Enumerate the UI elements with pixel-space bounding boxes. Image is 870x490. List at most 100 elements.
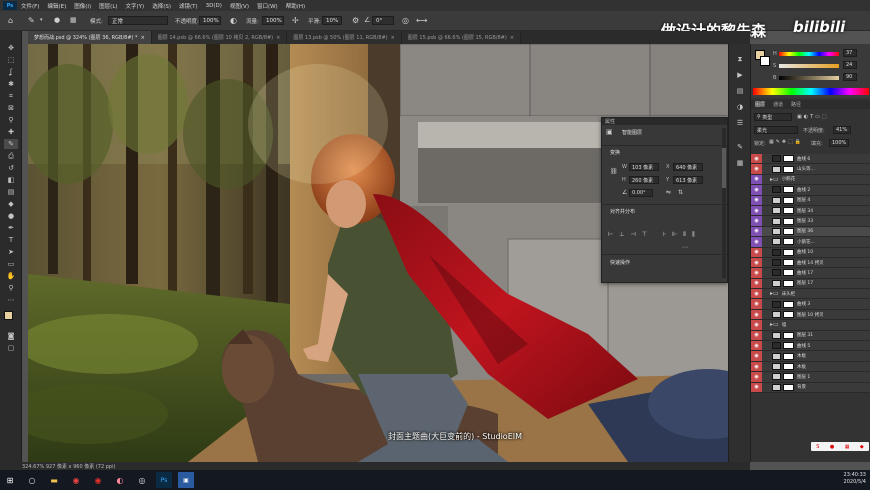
eye-icon[interactable]: ◉ — [751, 185, 762, 195]
smooth-field[interactable]: 10% — [322, 16, 342, 25]
eraser-tool-icon[interactable]: ◧ — [4, 175, 18, 185]
eye-icon[interactable]: ◉ — [751, 361, 762, 372]
marquee-tool-icon[interactable]: ⬚ — [4, 55, 18, 65]
tab-document-4[interactable]: 图层 15.psb @ 66.6% (图层 15, RGB/8#) × — [401, 31, 522, 44]
stamp-tool-icon[interactable]: ⎙ — [4, 151, 18, 161]
chevron-down-icon[interactable]: ▾ — [40, 15, 43, 26]
layer-row[interactable]: ◉ 背景 — [751, 382, 870, 393]
pen-tool-icon[interactable]: ✒ — [4, 223, 18, 233]
eye-icon[interactable]: ◉ — [751, 372, 762, 382]
layer-row[interactable]: ◉ 图层 1 — [751, 372, 870, 383]
symmetry-icon[interactable]: ⟷ — [416, 15, 427, 26]
close-icon[interactable]: × — [391, 35, 395, 41]
tab-channels[interactable]: 通道 — [773, 101, 783, 108]
eye-icon[interactable]: ◉ — [751, 164, 762, 174]
fill-field[interactable]: 100% — [829, 139, 849, 147]
menu-window[interactable]: 窗口(W) — [257, 2, 278, 10]
gear-icon[interactable]: ⚙ — [352, 15, 359, 26]
layer-mask-thumbnail[interactable] — [783, 373, 794, 381]
layer-row[interactable]: ◉ 山头等... — [751, 164, 870, 175]
layer-mask-thumbnail[interactable] — [783, 186, 794, 194]
app-icon[interactable]: ◐ — [112, 472, 128, 488]
layer-row[interactable]: ◉ 图层 36 — [751, 226, 870, 238]
eye-icon[interactable]: ◉ — [751, 382, 762, 392]
eye-icon[interactable]: ◉ — [751, 174, 762, 185]
path-select-tool-icon[interactable]: ➤ — [4, 247, 18, 257]
dodge-tool-icon[interactable]: ● — [4, 211, 18, 221]
eye-icon[interactable]: ◉ — [751, 278, 762, 289]
layer-mask-thumbnail[interactable] — [783, 352, 794, 360]
eye-icon[interactable]: ◉ — [751, 195, 762, 205]
menu-view[interactable]: 视图(V) — [230, 2, 249, 10]
screen-mode-icon[interactable]: ▢ — [4, 343, 18, 353]
lock-icons[interactable]: ▦✎✥⬚🔒 — [769, 139, 803, 145]
layer-row[interactable]: ◉ 曲线 6 — [751, 154, 870, 165]
width-field[interactable]: 103 像素 — [629, 163, 659, 171]
folder-icon[interactable]: ▸▭ — [770, 321, 779, 328]
airbrush-icon[interactable]: ✢ — [292, 15, 299, 26]
layer-mask-thumbnail[interactable] — [783, 165, 794, 173]
pressure-size-icon[interactable]: ◎ — [402, 15, 409, 26]
tab-paths[interactable]: 路径 — [791, 101, 801, 108]
flow-field[interactable]: 100% — [262, 16, 284, 25]
layer-mask-thumbnail[interactable] — [783, 238, 794, 246]
layer-mask-thumbnail[interactable] — [783, 207, 794, 215]
crop-tool-icon[interactable]: ⌗ — [4, 91, 18, 101]
search-icon[interactable]: ○ — [24, 472, 40, 488]
start-icon[interactable]: ⊞ — [2, 472, 18, 488]
move-tool-icon[interactable]: ✥ — [4, 43, 18, 53]
eye-icon[interactable]: ◉ — [751, 299, 762, 309]
menu-edit[interactable]: 编辑(E) — [47, 2, 66, 10]
eye-icon[interactable]: ◉ — [751, 247, 762, 257]
tab-layers[interactable]: 图层 — [755, 101, 765, 108]
layer-row[interactable]: ◉ 曲线 10 — [751, 247, 870, 258]
quick-actions-section-label[interactable]: 快速操作 — [606, 259, 630, 266]
layer-row[interactable]: ◉ 曲线 2 — [751, 185, 870, 196]
x-field[interactable]: 640 像素 — [673, 163, 703, 171]
eye-icon[interactable]: ◉ — [751, 341, 762, 351]
brush-settings-icon[interactable]: ▦ — [70, 15, 77, 26]
distribute-v-icon[interactable]: ⫼ — [692, 231, 695, 239]
transform-section-label[interactable]: 变换 — [606, 149, 620, 156]
eye-icon[interactable]: ◉ — [751, 268, 762, 278]
layer-row[interactable]: ◉ 木板 — [751, 361, 870, 373]
layer-filter-icons[interactable]: ▣◐T▭⬚ — [797, 114, 829, 120]
layer-filter-select[interactable]: ⚲ 类型 — [754, 113, 792, 121]
layer-row[interactable]: ◉ 曲线 17 — [751, 268, 870, 279]
layer-opacity-field[interactable]: 41% — [833, 126, 851, 134]
adjustments-icon[interactable]: ◑ — [734, 102, 746, 112]
layer-row[interactable]: ◉ 小鹅花... — [751, 237, 870, 248]
layer-mask-thumbnail[interactable] — [783, 217, 794, 225]
folder-icon[interactable]: ▸▭ — [770, 290, 779, 297]
flip-horizontal-icon[interactable]: ⇋ — [666, 189, 671, 196]
panel-scrollbar[interactable] — [722, 148, 726, 188]
layer-row[interactable]: ◉ 图层 33 — [751, 216, 870, 227]
layer-row[interactable]: ◉ 曲线 5 — [751, 341, 870, 352]
layer-mask-thumbnail[interactable] — [783, 279, 794, 287]
mode-select[interactable]: 正常 — [108, 16, 168, 25]
menu-type[interactable]: 文字(Y) — [126, 2, 145, 10]
folder-icon[interactable]: ▸▭ — [770, 176, 779, 183]
brush-icon[interactable]: ✎ — [28, 15, 35, 26]
align-left-icon[interactable]: ⊢ — [608, 231, 613, 239]
height-field[interactable]: 260 像素 — [629, 176, 659, 184]
align-center-icon[interactable]: ⊥ — [619, 231, 624, 239]
flip-vertical-icon[interactable]: ⇅ — [678, 189, 683, 196]
eye-icon[interactable]: ◉ — [751, 226, 762, 237]
eye-icon[interactable]: ◉ — [751, 216, 762, 226]
close-icon[interactable]: × — [276, 35, 280, 41]
layer-row[interactable]: ◉ 图层 17 — [751, 278, 870, 290]
gradient-tool-icon[interactable]: ▤ — [4, 187, 18, 197]
eye-icon[interactable]: ◉ — [751, 320, 762, 330]
eye-icon[interactable]: ◉ — [751, 351, 762, 361]
link-icon[interactable]: ⛓ — [610, 168, 618, 175]
blur-tool-icon[interactable]: ◆ — [4, 199, 18, 209]
blend-mode-select[interactable]: 柔光 — [754, 126, 798, 134]
layer-mask-thumbnail[interactable] — [783, 155, 794, 163]
tab-document-2[interactable]: 图层 14.psb @ 66.6% (图层 10 拷贝 2, RGB/8#) × — [151, 31, 288, 44]
saturation-value-field[interactable]: 24 — [843, 61, 857, 69]
align-bottom-icon[interactable]: ⊩ — [672, 231, 677, 239]
opacity-field[interactable]: 100% — [199, 16, 221, 25]
layer-mask-thumbnail[interactable] — [783, 259, 794, 267]
lasso-tool-icon[interactable]: ʆ — [4, 67, 18, 77]
